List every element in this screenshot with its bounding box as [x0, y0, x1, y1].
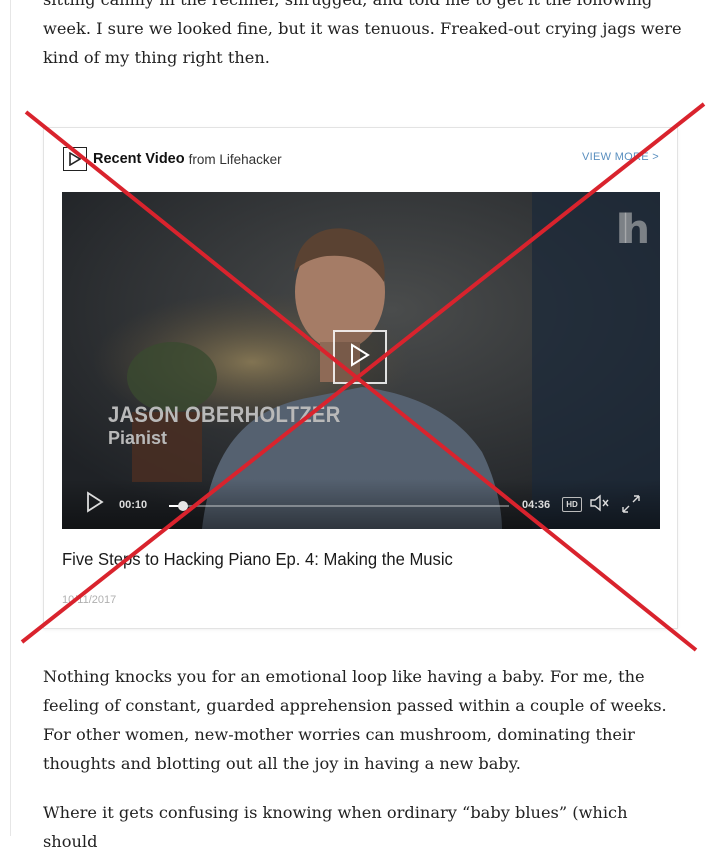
video-player[interactable]: lh JASON OBERHOLTZER Pianist 00:10 04:36…	[62, 192, 660, 529]
progress-bar[interactable]	[169, 501, 509, 511]
play-square-icon	[63, 147, 87, 171]
article-paragraph-mid: Nothing knocks you for an emotional loop…	[43, 667, 667, 773]
recent-video-title: Recent Video	[93, 151, 185, 167]
current-time: 00:10	[119, 499, 148, 511]
overlay-role: Pianist	[108, 428, 168, 448]
overlay-name: JASON OBERHOLTZER	[108, 402, 341, 427]
article-paragraph-top: sitting calmly in the recliner, shrugged…	[43, 0, 682, 67]
video-date: 10/11/2017	[62, 594, 117, 606]
recent-video-header: Recent Video from Lifehacker	[63, 146, 282, 172]
big-play-button[interactable]	[333, 330, 387, 384]
lifehacker-logo: lh	[615, 207, 650, 253]
volume-muted-icon[interactable]	[589, 494, 611, 516]
view-more-link[interactable]: VIEW MORE >	[582, 151, 659, 163]
recent-video-card: Recent Video from Lifehacker VIEW MORE >	[43, 127, 678, 629]
play-pause-button[interactable]	[86, 491, 104, 517]
total-time: 04:36	[522, 499, 551, 511]
recent-video-source: from Lifehacker	[188, 151, 282, 167]
article-paragraph-bottom: Where it gets confusing is knowing when …	[43, 803, 628, 851]
fullscreen-icon[interactable]	[622, 495, 640, 517]
hd-toggle[interactable]: HD	[562, 497, 582, 512]
progress-handle[interactable]	[177, 501, 188, 511]
play-icon	[350, 343, 370, 371]
left-border-rule	[10, 0, 11, 836]
video-title-link[interactable]: Five Steps to Hacking Piano Ep. 4: Makin…	[62, 549, 453, 570]
player-controls: 00:10 04:36 HD	[62, 479, 660, 529]
